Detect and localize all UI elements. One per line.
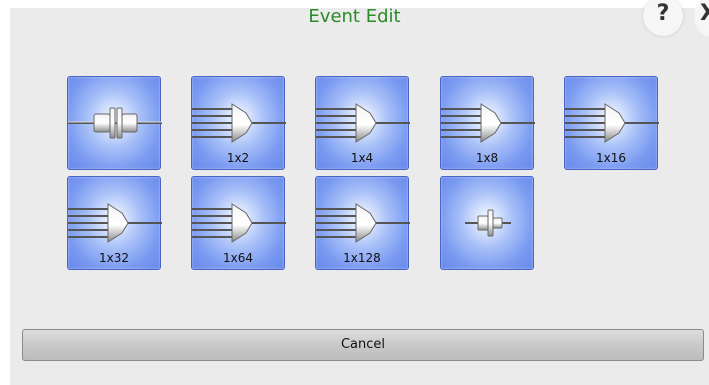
event-tile-label: 1x16 [595,151,626,165]
event-tile-splitter-1x128[interactable]: 1x128 [315,176,410,270]
end-connector-icon [465,209,511,237]
event-tile-splitter-1x32[interactable]: 1x32 [67,176,162,270]
event-tile-label: 1x2 [226,151,250,165]
event-tile-end-connector[interactable] [440,176,534,270]
cancel-button[interactable]: Cancel [22,329,704,361]
event-tile-splitter-1x2[interactable]: 1x2 [191,76,286,170]
event-tile-label: 1x4 [350,151,374,165]
event-tile-label: 1x128 [343,251,381,265]
question-mark-icon: ? [656,1,670,26]
event-tile-label: 1x64 [222,251,253,265]
event-tile-splitter-1x8[interactable]: 1x8 [440,76,535,170]
event-tile-splitter-1x16[interactable]: 1x16 [564,76,659,170]
dialog-title: Event Edit [308,6,401,27]
event-tile-label: 1x32 [98,251,129,265]
close-icon: X [700,1,709,26]
event-tile-splitter-1x64[interactable]: 1x64 [191,176,286,270]
connector-icon [68,107,162,139]
event-tile-connector[interactable] [67,76,162,170]
event-tile-label: 1x8 [475,151,499,165]
event-tile-splitter-1x4[interactable]: 1x4 [315,76,410,170]
